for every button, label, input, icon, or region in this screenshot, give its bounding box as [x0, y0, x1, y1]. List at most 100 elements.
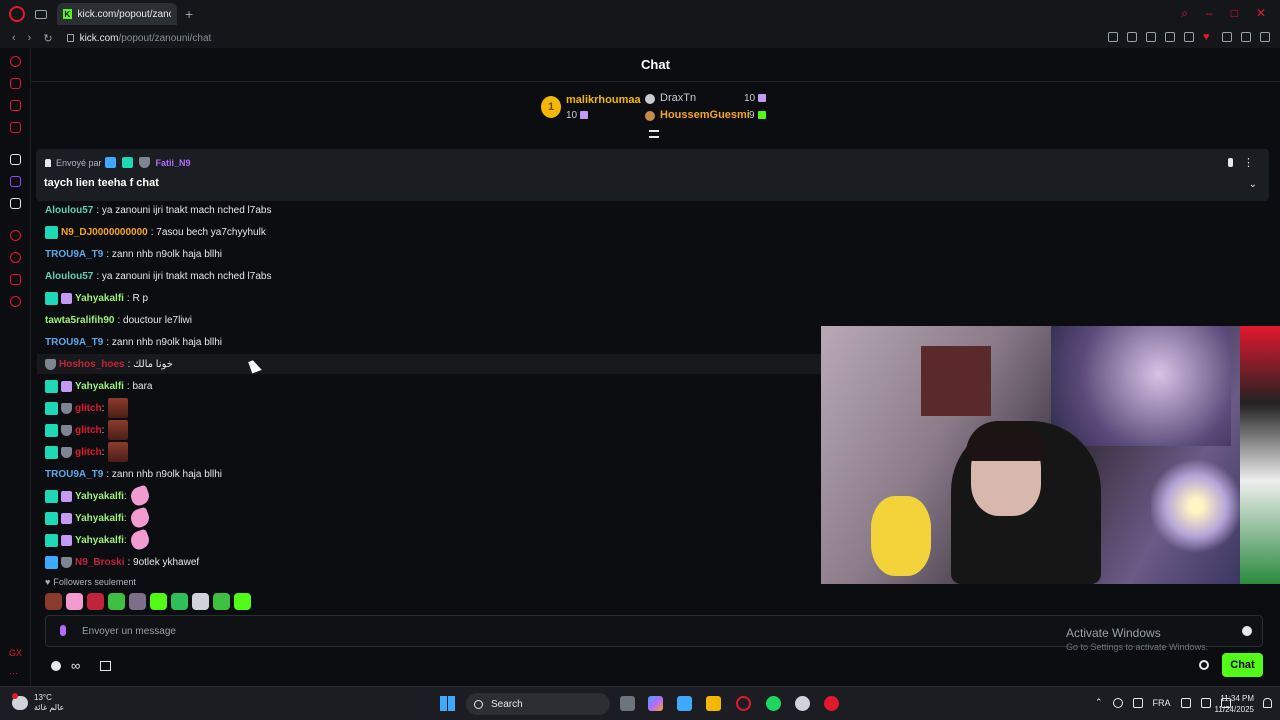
chat-message[interactable]: glitch:	[45, 442, 129, 462]
opera-gx-icon[interactable]	[736, 696, 751, 711]
weather-widget[interactable]: 13°C عالم غائة	[12, 693, 64, 713]
leaderboard-third-name[interactable]: HoussemGuesmi	[660, 109, 750, 121]
network-icon[interactable]	[1180, 697, 1191, 708]
workspaces-icon[interactable]	[35, 9, 47, 19]
opera-icon[interactable]	[824, 696, 839, 711]
aria-icon[interactable]	[10, 56, 21, 67]
opera-logo-icon[interactable]	[9, 6, 25, 22]
infinity-icon[interactable]: ∞	[71, 658, 80, 673]
search-tabs-icon[interactable]: ⌕	[1181, 6, 1188, 21]
kick-points-icon[interactable]	[51, 660, 61, 671]
copilot-icon[interactable]	[648, 696, 663, 711]
emote-icon[interactable]	[66, 593, 83, 610]
url-field[interactable]: kick.com/popout/zanouni/chat	[80, 33, 212, 44]
chat-message[interactable]: glitch:	[45, 398, 129, 418]
file-explorer-icon[interactable]	[706, 696, 721, 711]
bookmarks-icon[interactable]	[10, 274, 21, 285]
maximize-button[interactable]: □	[1231, 6, 1238, 21]
profile-icon[interactable]	[1222, 32, 1232, 42]
chat-message[interactable]: Yahyakalfi: R p	[45, 288, 148, 308]
close-button[interactable]: ✕	[1256, 6, 1266, 21]
chat-message[interactable]: Aloulou57: ya zanouni ijri tnakt mach nc…	[45, 200, 271, 220]
chat-username[interactable]: N9_DJ0000000000	[61, 227, 148, 238]
chat-message[interactable]: Yahyakalfi:	[45, 484, 152, 508]
chat-message[interactable]: tawta5ralifih90: douctour le7liwi	[45, 310, 192, 330]
chat-username[interactable]: Hoshos_hoes	[59, 359, 125, 370]
volume-icon[interactable]	[1200, 697, 1211, 708]
store-icon[interactable]	[100, 660, 112, 671]
chat-message[interactable]: N9_DJ0000000000: 7asou bech ya7chyyhulk	[45, 222, 266, 242]
chat-username[interactable]: TROU9A_T9	[45, 249, 103, 260]
chat-message[interactable]: TROU9A_T9: zann nhb n9olk haja bllhi	[45, 464, 222, 484]
leaderboard-first-name[interactable]: malikrhoumaa	[566, 94, 641, 106]
minimize-button[interactable]: –	[1206, 6, 1213, 21]
messenger-icon[interactable]	[10, 100, 21, 111]
player-sidebar-icon[interactable]	[10, 230, 21, 241]
spotify-icon[interactable]	[766, 696, 781, 711]
send-chat-button[interactable]: Chat	[1222, 653, 1263, 677]
chat-username[interactable]: Yahyakalfi	[75, 491, 124, 502]
chat-username[interactable]: Aloulou57	[45, 205, 93, 216]
chat-username[interactable]: TROU9A_T9	[45, 337, 103, 348]
player-icon[interactable]	[1184, 32, 1194, 42]
chat-message[interactable]: Yahyakalfi: bara	[45, 376, 153, 396]
chat-username[interactable]: TROU9A_T9	[45, 469, 103, 480]
chat-message[interactable]: TROU9A_T9: zann nhb n9olk haja bllhi	[45, 332, 222, 352]
gx-corner-icon[interactable]: GX	[9, 648, 22, 658]
reload-button[interactable]: ↻	[43, 32, 52, 45]
taskbar-search[interactable]: Search	[466, 693, 610, 715]
extensions-icon[interactable]	[10, 78, 21, 89]
emote-icon[interactable]	[45, 593, 62, 610]
emote-icon[interactable]	[150, 593, 167, 610]
snapshot-icon[interactable]	[1165, 32, 1175, 42]
emote-icon[interactable]	[234, 593, 251, 610]
chat-username[interactable]: glitch	[75, 447, 102, 458]
lock-icon[interactable]	[66, 34, 74, 42]
chat-username[interactable]: Yahyakalfi	[75, 513, 124, 524]
chat-message-input[interactable]	[82, 622, 982, 640]
pin-icon[interactable]	[1127, 32, 1137, 42]
pinned-username[interactable]: Fatii_N9	[156, 158, 191, 168]
chat-username[interactable]: glitch	[75, 425, 102, 436]
emote-icon[interactable]	[129, 593, 146, 610]
chat-message[interactable]: glitch:	[45, 420, 129, 440]
heart-icon[interactable]: ♥	[1203, 32, 1213, 43]
chat-message[interactable]: Hoshos_hoes: خونا مالك	[37, 354, 827, 374]
emote-icon[interactable]	[213, 593, 230, 610]
history-icon[interactable]	[10, 252, 21, 263]
leaderboard-second-name[interactable]: DraxTn	[660, 92, 696, 104]
app-icon[interactable]	[795, 696, 810, 711]
browser-tab[interactable]: K kick.com/popout/zanouni	[57, 3, 177, 25]
more-options-icon[interactable]: ⋮	[1243, 156, 1254, 169]
zoom-icon[interactable]	[1108, 32, 1118, 42]
chat-message[interactable]: Aloulou57: ya zanouni ijri tnakt mach nc…	[45, 266, 271, 286]
chat-message[interactable]: Yahyakalfi:	[45, 506, 152, 530]
emote-icon[interactable]	[108, 593, 125, 610]
notification-bell-icon[interactable]	[1263, 698, 1272, 708]
store-app-icon[interactable]	[677, 696, 692, 711]
emoji-icon[interactable]	[1242, 626, 1252, 636]
emote-icon[interactable]	[171, 593, 188, 610]
chevron-down-icon[interactable]: ⌄	[1249, 179, 1257, 190]
mail-icon[interactable]	[10, 122, 21, 133]
chat-username[interactable]: Yahyakalfi	[75, 293, 124, 304]
task-view-icon[interactable]	[620, 696, 635, 711]
forward-button[interactable]: ›	[28, 32, 32, 44]
x-icon[interactable]	[10, 198, 21, 209]
chat-username[interactable]: N9_Broski	[75, 557, 124, 568]
chat-username[interactable]: Yahyakalfi	[75, 535, 124, 546]
settings-sidebar-icon[interactable]	[10, 296, 21, 307]
new-tab-button[interactable]: +	[185, 6, 193, 22]
tray-chevron-icon[interactable]: ⌃	[1095, 697, 1103, 708]
chat-username[interactable]: Yahyakalfi	[75, 381, 124, 392]
emote-icon[interactable]	[192, 593, 209, 610]
taskbar-clock[interactable]: 11:34 PM 11/24/2025	[1215, 693, 1254, 715]
download-icon[interactable]	[1241, 32, 1251, 42]
menu-icon[interactable]	[1260, 32, 1270, 42]
chat-username[interactable]: glitch	[75, 403, 102, 414]
twitch-icon[interactable]	[10, 176, 21, 187]
mic-icon[interactable]	[60, 625, 66, 636]
sidebar-more-icon[interactable]: ···	[9, 668, 18, 678]
mic-tray-icon[interactable]	[1132, 697, 1143, 708]
settings-gear-icon[interactable]	[1199, 660, 1209, 670]
